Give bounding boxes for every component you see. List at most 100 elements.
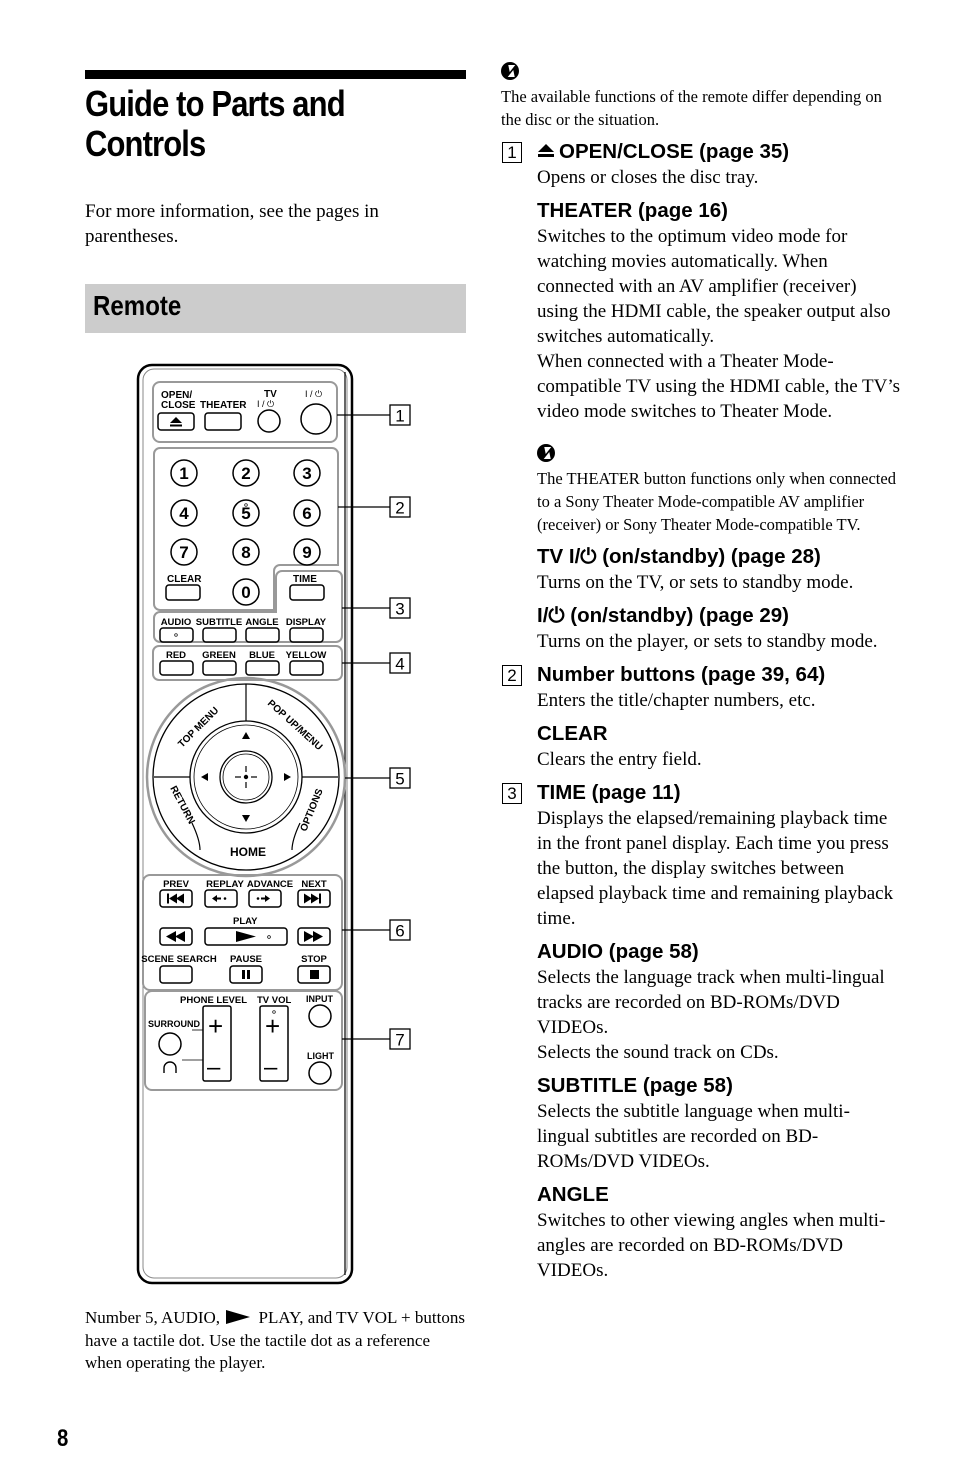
entry-heading: AUDIO (page 58): [537, 940, 699, 963]
entry-clear: CLEAR Clears the entry field.: [501, 721, 901, 772]
callout-2: 2: [389, 496, 411, 518]
number-label: 5: [241, 504, 250, 523]
fast-forward-button[interactable]: [297, 927, 331, 946]
tv-power-label: I / ⏻: [257, 399, 274, 409]
number-label: 7: [179, 543, 188, 562]
tv-power-button[interactable]: [257, 409, 281, 433]
eject-icon: [537, 144, 555, 158]
entry-subtitle: SUBTITLE (page 58) Selects the subtitle …: [501, 1073, 901, 1174]
open-close-label-2: CLOSE: [161, 400, 196, 411]
red-button[interactable]: [159, 660, 194, 676]
number-button[interactable]: 2: [232, 459, 260, 487]
number-button[interactable]: 8: [232, 538, 260, 566]
scene-search-button[interactable]: [159, 965, 193, 984]
time-label: TIME: [293, 574, 317, 585]
entry-heading: Number buttons (page 39, 64): [537, 663, 826, 686]
power-button[interactable]: [300, 403, 332, 435]
entry-heading: TV I/⏻ (on/standby) (page 28): [537, 545, 821, 568]
number-button[interactable]: 3: [293, 459, 321, 487]
entry-body: Selects the language track when multi-li…: [537, 967, 885, 1038]
number-button[interactable]: 4: [170, 499, 198, 527]
time-button[interactable]: [289, 584, 325, 601]
audio-button[interactable]: [159, 627, 194, 643]
callout-number: 7: [395, 1031, 404, 1050]
callout-6: 6: [389, 919, 411, 941]
entry-open-close: 1 OPEN/CLOSE (page 35) Opens or closes t…: [501, 139, 901, 190]
transport-label: ADVANCE: [247, 879, 293, 890]
tv-vol-rocker[interactable]: + –: [259, 1005, 289, 1082]
callout-number: 2: [395, 499, 404, 518]
play-button[interactable]: [204, 927, 288, 946]
entry-heading: TIME (page 11): [537, 781, 681, 804]
light-button[interactable]: [308, 1061, 332, 1085]
surround-button[interactable]: [158, 1032, 182, 1056]
display-button[interactable]: [289, 627, 324, 643]
number-label: 9: [302, 543, 311, 562]
intro-text: For more information, see the pages in p…: [85, 201, 379, 247]
number-label: 6: [302, 504, 311, 523]
entry-audio: AUDIO (page 58) Selects the language tra…: [501, 939, 901, 1065]
pause-button[interactable]: [229, 965, 263, 984]
transport-label: STOP: [301, 954, 327, 965]
row3-label: SUBTITLE: [196, 617, 242, 628]
entry-number-buttons: 2 Number buttons (page 39, 64) Enters th…: [501, 662, 901, 713]
page-number: 8: [57, 1425, 69, 1452]
theater-label: THEATER: [200, 400, 247, 411]
section-header: Remote: [85, 284, 466, 333]
number-label: 4: [179, 504, 189, 523]
number-button[interactable]: 5: [232, 499, 260, 527]
yellow-button[interactable]: [289, 660, 324, 676]
number-label: 0: [241, 583, 250, 602]
entry-heading: CLEAR: [537, 722, 608, 745]
clear-button[interactable]: [165, 584, 201, 601]
rewind-button[interactable]: [159, 927, 193, 946]
phone-level-rocker[interactable]: + –: [202, 1005, 232, 1082]
transport-label: REPLAY: [206, 879, 244, 890]
number-button[interactable]: 6: [293, 499, 321, 527]
entry-body: Switches to the optimum video mode for w…: [537, 226, 891, 347]
number-label: 8: [241, 543, 250, 562]
transport-label: NEXT: [301, 879, 327, 890]
transport-label: PAUSE: [230, 954, 262, 965]
entry-time: 3 TIME (page 11) Displays the elapsed/re…: [501, 780, 901, 931]
play-icon: [226, 1310, 251, 1324]
entry-body: Displays the elapsed/remaining playback …: [537, 808, 894, 929]
entry-body: Turns on the TV, or sets to standby mode…: [537, 572, 854, 593]
callout-number: 1: [502, 142, 522, 163]
callout-3: 3: [389, 597, 411, 619]
green-button[interactable]: [202, 660, 237, 676]
blue-button[interactable]: [245, 660, 280, 676]
number-button[interactable]: 7: [170, 538, 198, 566]
number-button[interactable]: 1: [170, 459, 198, 487]
theater-button[interactable]: [204, 412, 242, 431]
prev-icon: [167, 893, 169, 904]
subtitle-button[interactable]: [202, 627, 237, 643]
color-label: BLUE: [249, 650, 275, 661]
number-button[interactable]: 0: [232, 578, 260, 606]
entry-heading: I/⏻ (on/standby) (page 29): [537, 604, 789, 627]
transport-label: SCENE SEARCH: [141, 954, 217, 965]
home-button[interactable]: HOME: [230, 845, 266, 859]
tv-vol-label: TV VOL: [257, 995, 292, 1006]
tactile-dot-note: Number 5, AUDIO, PLAY, and TV VOL + butt…: [85, 1307, 465, 1375]
stop-icon: [310, 970, 319, 979]
entry-body: Selects the sound track on CDs.: [537, 1042, 779, 1063]
callout-number: 1: [395, 407, 404, 426]
pause-icon: [242, 970, 245, 979]
tactile-note-text-1: Number 5, AUDIO,: [85, 1308, 225, 1327]
callout-1: 1: [389, 404, 411, 426]
tv-vol-minus: –: [264, 1054, 278, 1081]
phone-level-label: PHONE LEVEL: [180, 995, 247, 1006]
number-button[interactable]: 9: [293, 538, 321, 566]
open-close-button[interactable]: [157, 412, 195, 431]
entry-body: Turns on the player, or sets to standby …: [537, 631, 878, 652]
page-title: Guide to Parts and Controls: [85, 83, 346, 164]
color-label: RED: [166, 650, 186, 661]
callout-5: 5: [389, 767, 411, 789]
callout-4: 4: [389, 652, 411, 674]
entry-body: Enters the title/chapter numbers, etc.: [537, 690, 816, 711]
callout-number: 2: [502, 665, 522, 686]
angle-button[interactable]: [245, 627, 280, 643]
entry-heading: ANGLE: [537, 1183, 609, 1206]
input-button[interactable]: [308, 1004, 332, 1028]
